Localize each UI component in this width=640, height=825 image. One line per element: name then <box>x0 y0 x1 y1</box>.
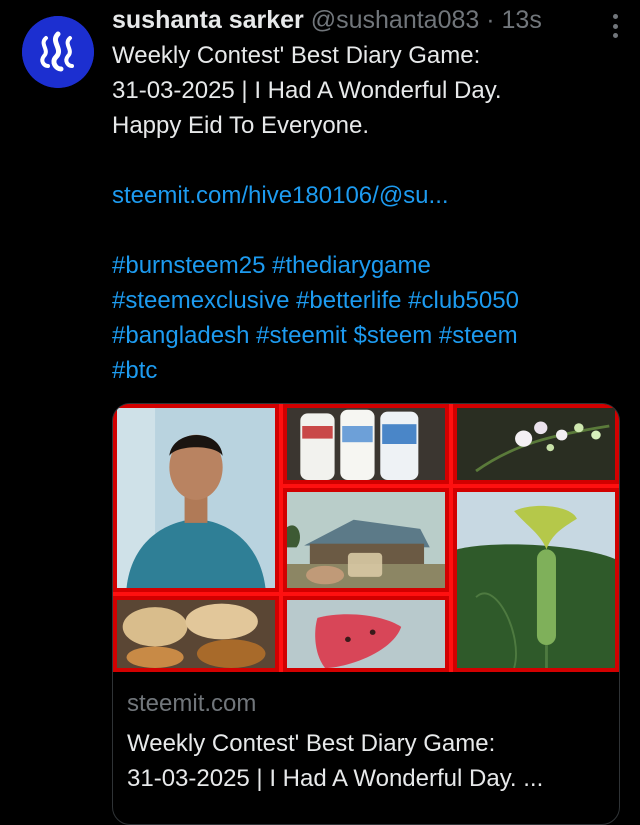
link-preview-card[interactable]: steemit.com Weekly Contest' Best Diary G… <box>112 403 620 825</box>
portrait-photo <box>113 404 279 592</box>
tweet-link[interactable]: steemit.com/hive180106/@su... <box>112 178 617 213</box>
more-options-icon[interactable] <box>610 14 620 38</box>
steem-logo-icon <box>22 16 94 88</box>
card-title-line: 31-03-2025 | I Had A Wonderful Day. ... <box>127 765 544 792</box>
preview-image-collage[interactable] <box>113 404 619 672</box>
card-title-line: Weekly Contest' Best Diary Game: <box>127 730 496 757</box>
hashtag-line[interactable]: #steemexclusive #betterlife #club5050 <box>112 283 617 318</box>
author-name[interactable]: sushanta sarker <box>112 6 304 34</box>
tweet-text-line: Happy Eid To Everyone. <box>112 112 370 139</box>
avatar[interactable] <box>22 16 94 88</box>
hashtag-line[interactable]: #bangladesh #steemit $steem #steem <box>112 318 617 353</box>
tweet-text-line: Weekly Contest' Best Diary Game: <box>112 42 481 69</box>
tweet-header: sushanta sarker @sushanta083 · 13s <box>112 6 596 34</box>
hashtag-line[interactable]: #burnsteem25 #thediarygame <box>112 248 617 283</box>
card-domain: steemit.com <box>127 690 257 717</box>
gourd-flower-photo <box>453 488 619 672</box>
author-handle[interactable]: @sushanta083 <box>311 6 480 34</box>
food-photo <box>113 596 279 672</box>
house-photo <box>283 488 449 592</box>
timestamp[interactable]: 13s <box>502 6 542 34</box>
card-title: Weekly Contest' Best Diary Game: 31-03-2… <box>127 726 612 796</box>
bottles-photo <box>283 404 449 484</box>
hashtag-line[interactable]: #btc <box>112 353 617 388</box>
tweet-text: Weekly Contest' Best Diary Game: 31-03-2… <box>112 38 617 388</box>
tweet-text-line: 31-03-2025 | I Had A Wonderful Day. <box>112 77 502 104</box>
flowers-photo <box>453 404 619 484</box>
separator-dot: · <box>486 6 495 34</box>
watermelon-photo <box>283 596 449 672</box>
